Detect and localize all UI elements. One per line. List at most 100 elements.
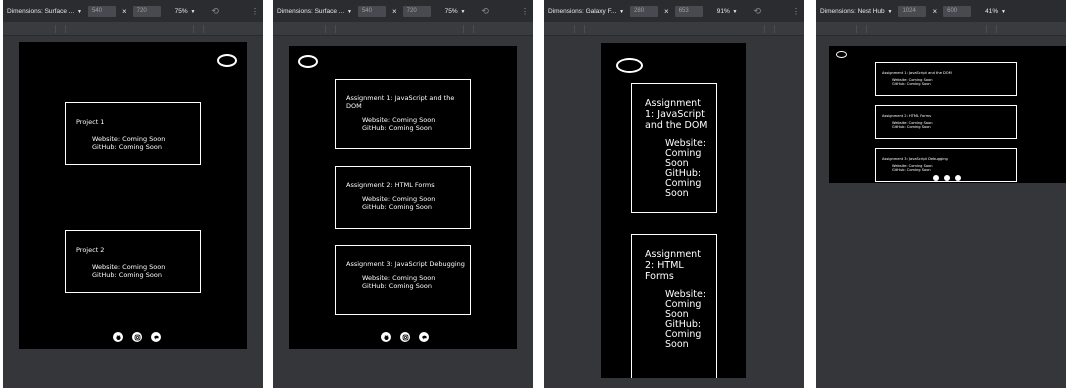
dimensions-dropdown[interactable]: Dimensions: Surface ... ▼ (7, 8, 82, 15)
github-icon[interactable] (113, 332, 123, 342)
assignment-card: Assignment 3: JavaScript Debugging Websi… (335, 245, 471, 315)
ruler-tick (193, 25, 194, 33)
chevron-down-icon: ▼ (347, 8, 352, 15)
chevron-down-icon: ▼ (460, 8, 466, 15)
height-input[interactable]: 653 (674, 5, 703, 17)
media-query-ruler[interactable] (273, 22, 533, 36)
ruler-tick (986, 25, 987, 33)
oval-logo-icon[interactable] (836, 51, 847, 58)
width-input[interactable]: 1024 (898, 5, 927, 17)
website-link[interactable]: Website: Coming Soon (346, 195, 470, 203)
media-query-ruler[interactable] (816, 22, 1066, 36)
card-title: Assignment 1: JavaScript and the DOM (882, 71, 952, 75)
website-link[interactable]: Website: Coming Soon (645, 139, 709, 169)
website-link[interactable]: Website: Coming Soon (346, 274, 470, 282)
chevron-down-icon: ▼ (77, 8, 82, 15)
kebab-menu-icon[interactable]: ⋮ (251, 7, 259, 16)
ruler-tick (473, 25, 474, 33)
assignment-card: Assignment 1: JavaScript and the DOM Web… (335, 79, 471, 149)
card-title: Assignment 1: JavaScript and the DOM (346, 94, 455, 110)
oval-logo-icon[interactable] (217, 54, 237, 67)
github-link[interactable]: GitHub: Coming Soon (882, 82, 1016, 86)
github-link[interactable]: GitHub: Coming Soon (346, 124, 470, 132)
website-link[interactable]: Website: Coming Soon (76, 263, 200, 271)
assignment-card: Assignment 2: HTML Forms Website: Coming… (875, 105, 1017, 139)
social-footer (381, 332, 429, 342)
dimensions-dropdown[interactable]: Dimensions: Nest Hub ▼ (820, 8, 892, 15)
zoom-dropdown[interactable]: 75% ▼ (445, 8, 466, 15)
kebab-menu-icon[interactable]: ⋮ (792, 7, 800, 16)
ruler-tick (856, 25, 857, 33)
assignment-card: Assignment 1: JavaScript and the DOM Web… (875, 62, 1017, 96)
github-icon[interactable] (933, 175, 939, 181)
website-link[interactable]: Website: Coming Soon (346, 116, 470, 124)
page-viewport: Assignment 1: JavaScript and the DOM Web… (601, 43, 746, 378)
height-input[interactable]: 720 (402, 5, 431, 17)
assignment-card: Assignment 1: JavaScript and the DOM Web… (631, 83, 717, 213)
instagram-icon[interactable] (132, 332, 142, 342)
instagram-icon[interactable] (400, 332, 410, 342)
project-card: Project 2 Website: Coming Soon GitHub: C… (65, 230, 201, 293)
website-link[interactable]: Website: Coming Soon (645, 290, 709, 320)
dimensions-dropdown[interactable]: Dimensions: Surface ... ▼ (277, 8, 352, 15)
card-title: Assignment 1: JavaScript and the DOM (645, 98, 708, 131)
github-icon[interactable] (381, 332, 391, 342)
media-query-ruler[interactable] (544, 22, 804, 36)
media-query-ruler[interactable] (3, 22, 263, 36)
ruler-tick (866, 25, 867, 33)
card-title: Assignment 2: HTML Forms (645, 249, 701, 282)
width-input[interactable]: 540 (87, 5, 116, 17)
instagram-icon[interactable] (944, 175, 950, 181)
github-link[interactable]: GitHub: Coming Soon (76, 271, 200, 279)
width-input[interactable]: 540 (357, 5, 386, 17)
social-footer (113, 332, 161, 342)
device-toolbar: Dimensions: Surface ... ▼ 540 × 720 75% … (3, 0, 263, 22)
project-card: Project 1 Website: Coming Soon GitHub: C… (65, 102, 201, 165)
rotate-icon[interactable]: ⟲ (754, 6, 762, 17)
oval-logo-icon[interactable] (298, 55, 318, 68)
github-link[interactable]: GitHub: Coming Soon (882, 168, 1016, 172)
device-preview-panel-3: Dimensions: Galaxy F... ▼ 280 × 653 91% … (544, 0, 804, 388)
website-link[interactable]: Website: Coming Soon (76, 135, 200, 143)
assignment-card: Assignment 2: HTML Forms Website: Coming… (631, 234, 717, 378)
dimensions-dropdown[interactable]: Dimensions: Galaxy F... ▼ (548, 8, 624, 15)
assignment-card: Assignment 2: HTML Forms Website: Coming… (335, 166, 471, 229)
chat-icon[interactable] (419, 332, 429, 342)
device-toolbar: Dimensions: Galaxy F... ▼ 280 × 653 91% … (544, 0, 804, 22)
ruler-tick (996, 25, 997, 33)
chat-icon[interactable] (955, 175, 961, 181)
github-link[interactable]: GitHub: Coming Soon (346, 203, 470, 211)
card-title: Project 1 (76, 118, 105, 126)
kebab-menu-icon[interactable]: ⋮ (521, 7, 529, 16)
ruler-tick (65, 25, 66, 33)
device-preview-panel-4: Dimensions: Nest Hub ▼ 1024 × 600 41% ▼ … (816, 0, 1066, 388)
times-icon: × (391, 6, 397, 16)
github-link[interactable]: GitHub: Coming Soon (645, 320, 709, 350)
ruler-tick (764, 25, 765, 33)
device-preview-panel-2: Dimensions: Surface ... ▼ 540 × 720 75% … (273, 0, 533, 388)
zoom-dropdown[interactable]: 41% ▼ (985, 8, 1006, 15)
oval-logo-icon[interactable] (616, 58, 643, 73)
page-viewport: Assignment 1: JavaScript and the DOM Web… (289, 46, 517, 349)
ruler-tick (463, 25, 464, 33)
github-link[interactable]: GitHub: Coming Soon (882, 125, 1016, 129)
rotate-icon[interactable]: ⟲ (481, 6, 489, 17)
ruler-tick (55, 25, 56, 33)
chevron-down-icon: ▼ (190, 8, 196, 15)
rotate-icon[interactable]: ⟲ (211, 6, 219, 17)
card-title: Project 2 (76, 246, 105, 254)
card-title: Assignment 2: HTML Forms (882, 114, 932, 118)
chat-icon[interactable] (151, 332, 161, 342)
github-link[interactable]: GitHub: Coming Soon (645, 169, 709, 199)
height-input[interactable]: 600 (943, 5, 972, 17)
zoom-dropdown[interactable]: 75% ▼ (175, 8, 196, 15)
github-link[interactable]: GitHub: Coming Soon (76, 143, 200, 151)
width-input[interactable]: 280 (630, 5, 659, 17)
github-link[interactable]: GitHub: Coming Soon (346, 282, 470, 290)
chevron-down-icon: ▼ (1000, 8, 1006, 15)
times-icon: × (121, 6, 127, 16)
zoom-dropdown[interactable]: 91% ▼ (717, 8, 738, 15)
ruler-tick (325, 25, 326, 33)
ruler-tick (584, 25, 585, 33)
height-input[interactable]: 720 (132, 5, 161, 17)
